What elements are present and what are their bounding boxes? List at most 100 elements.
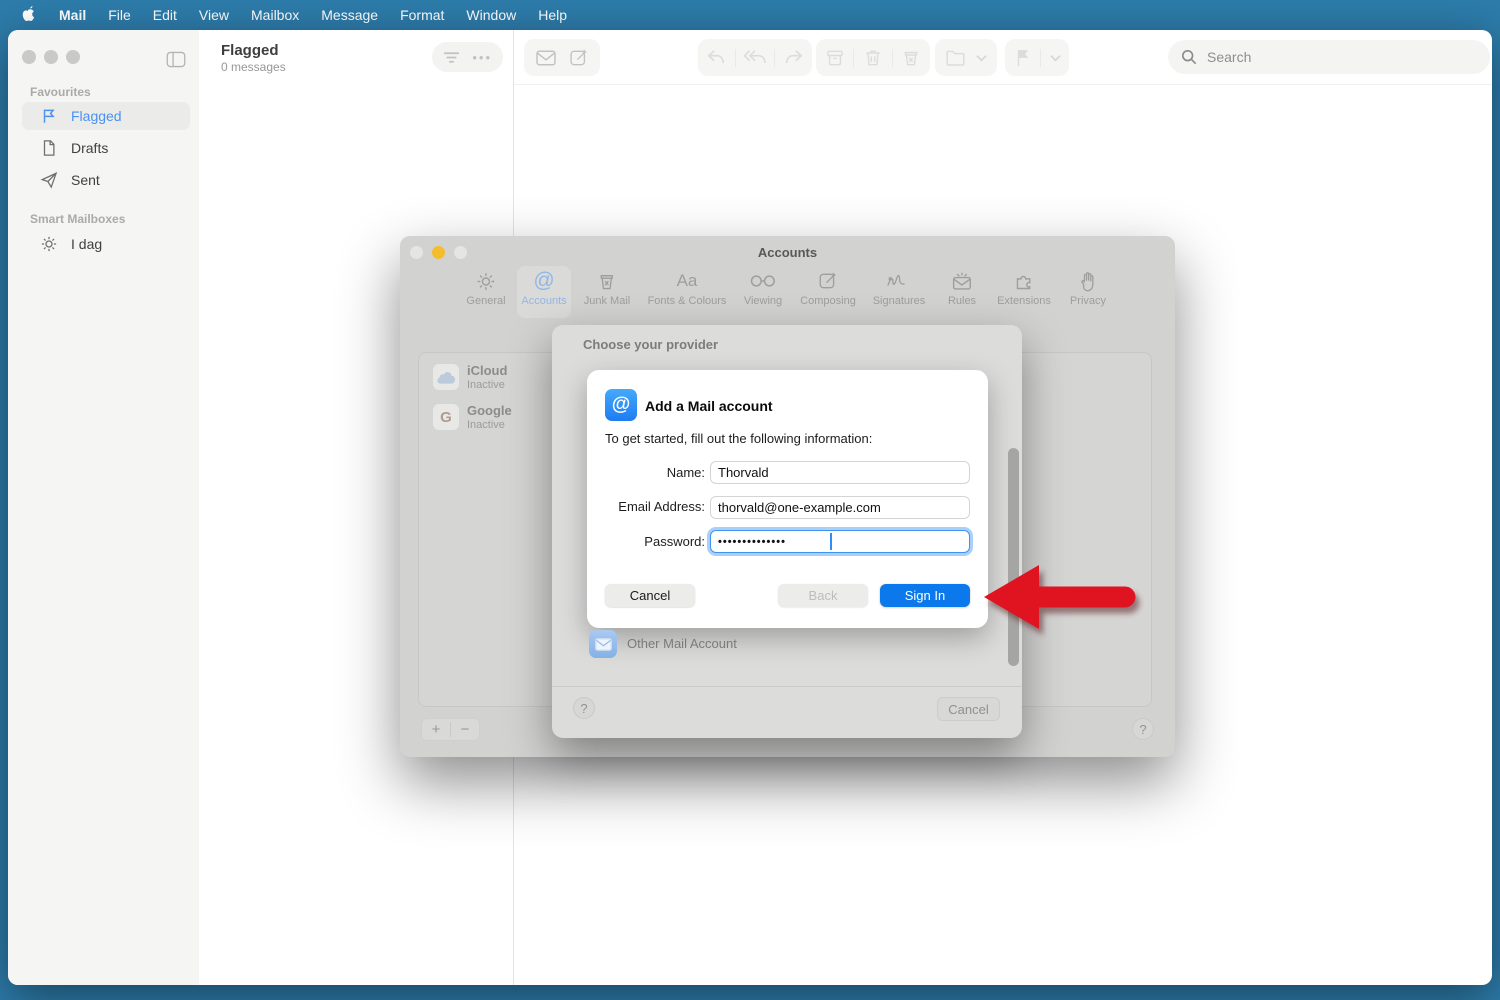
- sidebar-item-label: I dag: [71, 236, 102, 252]
- list-options-group: •••: [432, 42, 503, 72]
- flag-toolbar-icon[interactable]: [1014, 48, 1032, 67]
- cancel-button[interactable]: Cancel: [605, 584, 695, 607]
- account-status: Inactive: [467, 379, 505, 391]
- apple-menu-icon[interactable]: [20, 6, 36, 24]
- sidebar-item-today[interactable]: I dag: [22, 230, 190, 258]
- sidebar-toggle-icon[interactable]: [166, 51, 186, 68]
- flag-group: [1005, 39, 1069, 76]
- mailbox-title: Flagged: [221, 42, 279, 59]
- compose-icon: [818, 269, 838, 293]
- window-title: Accounts: [400, 245, 1175, 260]
- filter-icon[interactable]: [443, 50, 460, 65]
- trash-icon[interactable]: [863, 48, 883, 68]
- help-button[interactable]: ?: [1132, 718, 1154, 740]
- hand-icon: [1079, 269, 1097, 293]
- other-mail-account-option[interactable]: Other Mail Account: [627, 636, 737, 651]
- search-field[interactable]: [1168, 40, 1490, 74]
- tab-composing[interactable]: Composing: [800, 269, 856, 307]
- add-account-button[interactable]: +: [422, 719, 450, 740]
- at-icon: @: [533, 269, 554, 293]
- menu-help[interactable]: Help: [527, 7, 578, 23]
- password-field[interactable]: [710, 530, 970, 553]
- tab-general[interactable]: General: [466, 269, 505, 307]
- fonts-icon: Aa: [677, 269, 698, 293]
- sidebar-item-sent[interactable]: Sent: [22, 166, 190, 194]
- tab-viewing[interactable]: Viewing: [744, 269, 782, 307]
- close-button[interactable]: [22, 50, 36, 64]
- tab-privacy[interactable]: Privacy: [1070, 269, 1106, 307]
- menu-view[interactable]: View: [188, 7, 240, 23]
- more-options-icon[interactable]: •••: [472, 50, 492, 65]
- sheet-cancel-button[interactable]: Cancel: [937, 697, 1000, 721]
- forward-icon[interactable]: [783, 48, 805, 68]
- sheet-help-button[interactable]: ?: [573, 697, 595, 719]
- reply-group: [698, 39, 812, 76]
- menu-app[interactable]: Mail: [48, 7, 97, 23]
- sidebar-item-label: Flagged: [71, 108, 122, 124]
- rules-envelope-icon: [951, 269, 973, 293]
- tab-extensions[interactable]: Extensions: [997, 269, 1051, 307]
- tab-signatures[interactable]: Signatures: [873, 269, 926, 307]
- mailbox-compose-group: [524, 39, 600, 76]
- glasses-icon: [750, 269, 776, 293]
- password-label: Password:: [587, 534, 705, 549]
- tab-accounts[interactable]: @ Accounts: [521, 269, 566, 307]
- reply-all-icon[interactable]: [743, 48, 767, 68]
- zoom-button[interactable]: [66, 50, 80, 64]
- menu-bar: Mail File Edit View Mailbox Message Form…: [0, 0, 1500, 30]
- sheet-title: Choose your provider: [583, 337, 718, 352]
- favourites-header: Favourites: [30, 85, 91, 99]
- account-status: Inactive: [467, 419, 505, 431]
- add-mail-account-dialog: @ Add a Mail account To get started, fil…: [587, 370, 988, 628]
- email-field[interactable]: [710, 496, 970, 519]
- junk-icon[interactable]: [901, 48, 921, 68]
- compose-icon[interactable]: [569, 48, 589, 68]
- add-remove-account-control: + −: [421, 718, 480, 741]
- sidebar: Favourites Flagged Drafts Sent Smart Ma: [8, 30, 199, 985]
- annotation-arrow: [973, 548, 1143, 648]
- search-icon: [1181, 49, 1197, 65]
- icloud-icon: [433, 364, 459, 390]
- other-mail-account-icon: [589, 630, 617, 658]
- search-input[interactable]: [1205, 48, 1477, 66]
- archive-icon[interactable]: [825, 48, 845, 68]
- account-name[interactable]: iCloud: [467, 363, 507, 378]
- minimize-button[interactable]: [44, 50, 58, 64]
- flag-icon: [40, 107, 58, 125]
- account-name[interactable]: Google: [467, 403, 512, 418]
- menu-window[interactable]: Window: [455, 7, 527, 23]
- google-icon: G: [433, 404, 459, 430]
- envelope-icon[interactable]: [535, 49, 557, 67]
- menu-message[interactable]: Message: [310, 7, 389, 23]
- desktop: Mail File Edit View Mailbox Message Form…: [0, 0, 1500, 1000]
- mail-actions-group: [816, 39, 930, 76]
- chevron-down-icon[interactable]: [976, 54, 987, 62]
- sidebar-item-flagged[interactable]: Flagged: [22, 102, 190, 130]
- smart-mailboxes-header: Smart Mailboxes: [30, 212, 125, 226]
- sidebar-item-drafts[interactable]: Drafts: [22, 134, 190, 162]
- move-to-folder-group: [935, 39, 997, 76]
- sidebar-item-label: Sent: [71, 172, 100, 188]
- menu-mailbox[interactable]: Mailbox: [240, 7, 310, 23]
- menu-format[interactable]: Format: [389, 7, 455, 23]
- tab-fonts-colours[interactable]: Aa Fonts & Colours: [648, 269, 727, 307]
- chevron-down-icon[interactable]: [1050, 54, 1061, 62]
- tab-rules[interactable]: Rules: [948, 269, 976, 307]
- name-field[interactable]: [710, 461, 970, 484]
- junk-bin-icon: [597, 269, 617, 293]
- toolbar-divider: [514, 84, 1492, 85]
- mail-at-icon: @: [605, 389, 637, 421]
- sign-in-button[interactable]: Sign In: [880, 584, 970, 607]
- back-button[interactable]: Back: [778, 584, 868, 607]
- folder-icon[interactable]: [945, 49, 966, 67]
- window-controls: [22, 50, 80, 64]
- sidebar-item-label: Drafts: [71, 140, 108, 156]
- reply-icon[interactable]: [705, 48, 727, 68]
- tab-junk-mail[interactable]: Junk Mail: [584, 269, 630, 307]
- remove-account-button[interactable]: −: [451, 719, 479, 740]
- dialog-title: Add a Mail account: [645, 398, 773, 414]
- menu-file[interactable]: File: [97, 7, 142, 23]
- menu-edit[interactable]: Edit: [142, 7, 188, 23]
- paper-plane-icon: [40, 171, 58, 189]
- gear-icon: [475, 269, 496, 293]
